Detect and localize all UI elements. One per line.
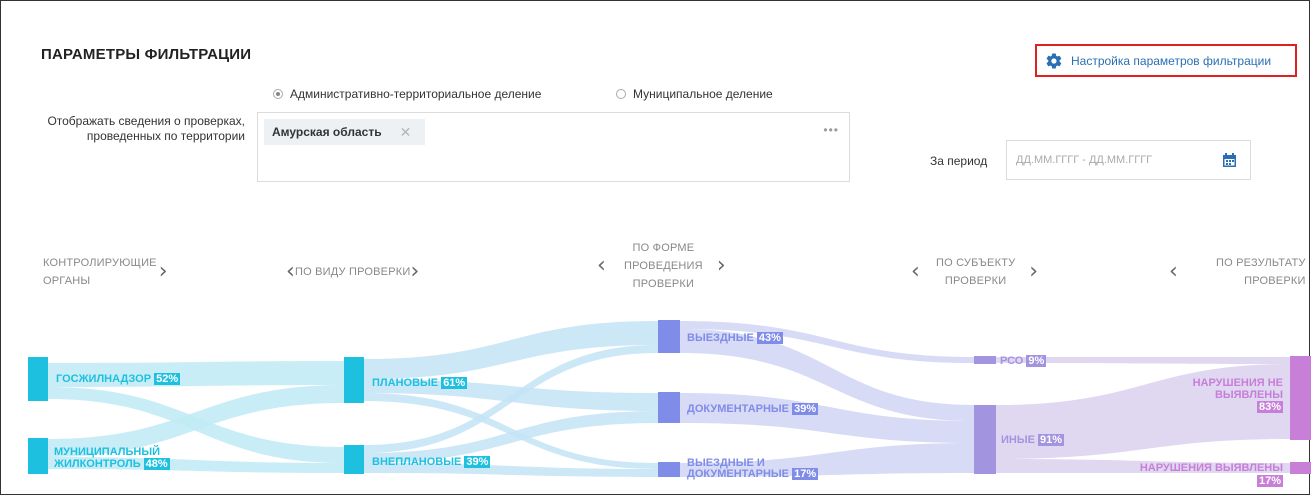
column-subject-text: ПО СУБЪЕКТУ ПРОВЕРКИ xyxy=(936,254,1015,290)
node-label-munzhil: МУНИЦИПАЛЬНЫЙ ЖИЛКОНТРОЛЬ 48% xyxy=(54,446,170,470)
column-label-line: ПО РЕЗУЛЬТАТУ xyxy=(1216,257,1306,269)
node-label-rso: РСО 9% xyxy=(1000,355,1047,367)
filter-settings-label: Настройка параметров фильтрации xyxy=(1071,53,1272,68)
node-goszhilnadzor[interactable] xyxy=(28,357,48,401)
node-pct-badge: 91% xyxy=(1038,434,1065,446)
node-label-onsite: ВЫЕЗДНЫЕ 43% xyxy=(687,332,783,344)
radio-municipal[interactable]: Муниципальное деление xyxy=(616,87,773,101)
node-label-text: ВЫЯВЛЕНЫ xyxy=(1214,389,1283,401)
territory-label: Отображать сведения о проверках, проведе… xyxy=(47,114,245,143)
node-pct-badge: 61% xyxy=(441,377,468,389)
node-label-text: НАРУШЕНИЯ ВЫЯВЛЕНЫ xyxy=(1139,462,1283,474)
territory-select[interactable]: Амурская область ✕ ••• xyxy=(257,112,850,182)
more-icon[interactable]: ••• xyxy=(823,123,839,137)
chevron-right-icon[interactable]: › xyxy=(159,261,168,283)
territory-tag: Амурская область ✕ xyxy=(264,119,426,145)
column-label-line: ПРОВЕРКИ xyxy=(944,275,1007,287)
column-controlling-bodies-text: КОНТРОЛИРУЮЩИЕ ОРГАНЫ xyxy=(43,254,157,290)
node-label-text: ЖИЛКОНТРОЛЬ xyxy=(54,458,141,470)
node-label-onsitedocs: ВЫЕЗДНЫЕ И ДОКУМЕНТАРНЫЕ 17% xyxy=(687,458,819,480)
column-controlling-bodies[interactable]: КОНТРОЛИРУЮЩИЕ ОРГАНЫ › xyxy=(43,254,168,290)
chevron-left-icon[interactable]: ‹ xyxy=(911,261,920,283)
node-label-text: ГОСЖИЛНАДЗОР xyxy=(56,373,152,385)
column-label-line: ПРОВЕРКИ xyxy=(1244,275,1306,287)
node-other[interactable] xyxy=(974,405,996,474)
chevron-right-icon[interactable]: › xyxy=(717,255,726,277)
node-label-text: ИНЫЕ xyxy=(1001,434,1035,446)
node-violations[interactable] xyxy=(1290,462,1311,474)
column-label-line: ПО СУБЪЕКТУ xyxy=(936,257,1016,269)
node-label-text: ДОКУМЕНТАРНЫЕ xyxy=(687,468,790,480)
node-pct-badge: 43% xyxy=(756,332,783,344)
node-pct-badge: 39% xyxy=(464,456,491,468)
node-label-docs: ДОКУМЕНТАРНЫЕ 39% xyxy=(687,403,819,415)
radio-admin[interactable]: Административно-территориальное деление xyxy=(273,87,541,101)
radio-municipal-label: Муниципальное деление xyxy=(633,87,773,101)
radio-municipal-circle[interactable] xyxy=(616,89,626,99)
node-no-violations[interactable] xyxy=(1290,356,1311,440)
column-label-line: ПО ФОРМЕ xyxy=(632,242,695,254)
node-label-text: ПЛАНОВЫЕ xyxy=(372,377,439,389)
node-pct-badge: 83% xyxy=(1256,401,1283,413)
column-label-line: ОРГАНЫ xyxy=(43,275,91,287)
column-check-form-text: ПО ФОРМЕ ПРОВЕДЕНИЯ ПРОВЕРКИ xyxy=(624,239,703,293)
filter-settings-link[interactable]: Настройка параметров фильтрации xyxy=(1035,44,1297,77)
node-pct-badge: 52% xyxy=(154,373,181,385)
chevron-left-icon[interactable]: ‹ xyxy=(286,261,295,283)
calendar-icon[interactable] xyxy=(1223,153,1236,167)
column-subject[interactable]: ‹ ПО СУБЪЕКТУ ПРОВЕРКИ › xyxy=(911,254,1038,290)
chevron-right-icon[interactable]: › xyxy=(410,261,419,283)
node-label-text: РСО xyxy=(1000,355,1024,367)
period-placeholder: ДД.ММ.ГГГГ - ДД.ММ.ГГГГ xyxy=(1016,154,1153,166)
gear-icon xyxy=(1046,52,1062,69)
period-input[interactable]: ДД.ММ.ГГГГ - ДД.ММ.ГГГГ xyxy=(1006,140,1251,180)
node-planned[interactable] xyxy=(344,357,364,403)
node-pct-badge: 17% xyxy=(1256,475,1283,487)
column-label-line: ПРОВЕДЕНИЯ xyxy=(624,260,703,272)
node-pct-badge: 9% xyxy=(1026,355,1047,367)
node-label-text: ДОКУМЕНТАРНЫЕ xyxy=(687,403,790,415)
page-title: ПАРАМЕТРЫ ФИЛЬТРАЦИИ xyxy=(41,46,252,63)
filter-panel: ПАРАМЕТРЫ ФИЛЬТРАЦИИ Настройка параметро… xyxy=(0,0,1311,495)
close-icon[interactable]: ✕ xyxy=(400,124,412,141)
node-pct-badge: 17% xyxy=(792,468,819,480)
column-label-line: КОНТРОЛИРУЮЩИЕ xyxy=(43,257,157,269)
node-label-text: ВЫЕЗДНЫЕ xyxy=(687,332,754,344)
node-unplanned[interactable] xyxy=(344,445,364,474)
node-label-other: ИНЫЕ 91% xyxy=(1001,434,1065,446)
node-label-text: МУНИЦИПАЛЬНЫЙ xyxy=(54,446,161,458)
node-docs[interactable] xyxy=(658,392,680,423)
radio-admin-label: Административно-территориальное деление xyxy=(290,87,542,101)
chevron-left-icon[interactable]: ‹ xyxy=(597,255,606,277)
node-pct-badge: 39% xyxy=(792,403,819,415)
column-check-type[interactable]: ‹ ПО ВИДУ ПРОВЕРКИ › xyxy=(286,261,419,283)
node-label-text: ВНЕПЛАНОВЫЕ xyxy=(372,456,462,468)
node-label-planned: ПЛАНОВЫЕ 61% xyxy=(372,377,468,389)
node-label-goszhil: ГОСЖИЛНАДЗОР 52% xyxy=(56,373,181,385)
column-check-form[interactable]: ‹ ПО ФОРМЕ ПРОВЕДЕНИЯ ПРОВЕРКИ › xyxy=(597,239,726,293)
column-label-line: ПРОВЕРКИ xyxy=(632,278,695,290)
territory-tag-label: Амурская область xyxy=(272,125,382,139)
column-check-type-label: ПО ВИДУ ПРОВЕРКИ xyxy=(295,266,411,278)
node-pct-badge: 48% xyxy=(143,458,170,470)
node-rso[interactable] xyxy=(974,356,996,364)
node-onsite[interactable] xyxy=(658,320,680,353)
node-munzhilkontrol[interactable] xyxy=(28,438,48,474)
node-label-violations: НАРУШЕНИЯ ВЫЯВЛЕНЫ 17% xyxy=(1111,462,1283,488)
radio-admin-circle[interactable] xyxy=(273,89,283,99)
node-label-no-violations: НАРУШЕНИЯ НЕ ВЫЯВЛЕНЫ 83% xyxy=(1161,377,1283,413)
node-label-text: НАРУШЕНИЯ НЕ xyxy=(1192,377,1283,389)
chevron-right-icon[interactable]: › xyxy=(1029,261,1038,283)
node-label-unplanned: ВНЕПЛАНОВЫЕ 39% xyxy=(372,456,491,468)
column-result-text: ПО РЕЗУЛЬТАТУ ПРОВЕРКИ xyxy=(1216,254,1306,290)
node-onsitedocs[interactable] xyxy=(658,462,680,477)
column-result[interactable]: ‹ ПО РЕЗУЛЬТАТУ ПРОВЕРКИ xyxy=(1169,254,1306,290)
chevron-left-icon[interactable]: ‹ xyxy=(1169,261,1178,283)
period-label: За период xyxy=(930,154,988,168)
